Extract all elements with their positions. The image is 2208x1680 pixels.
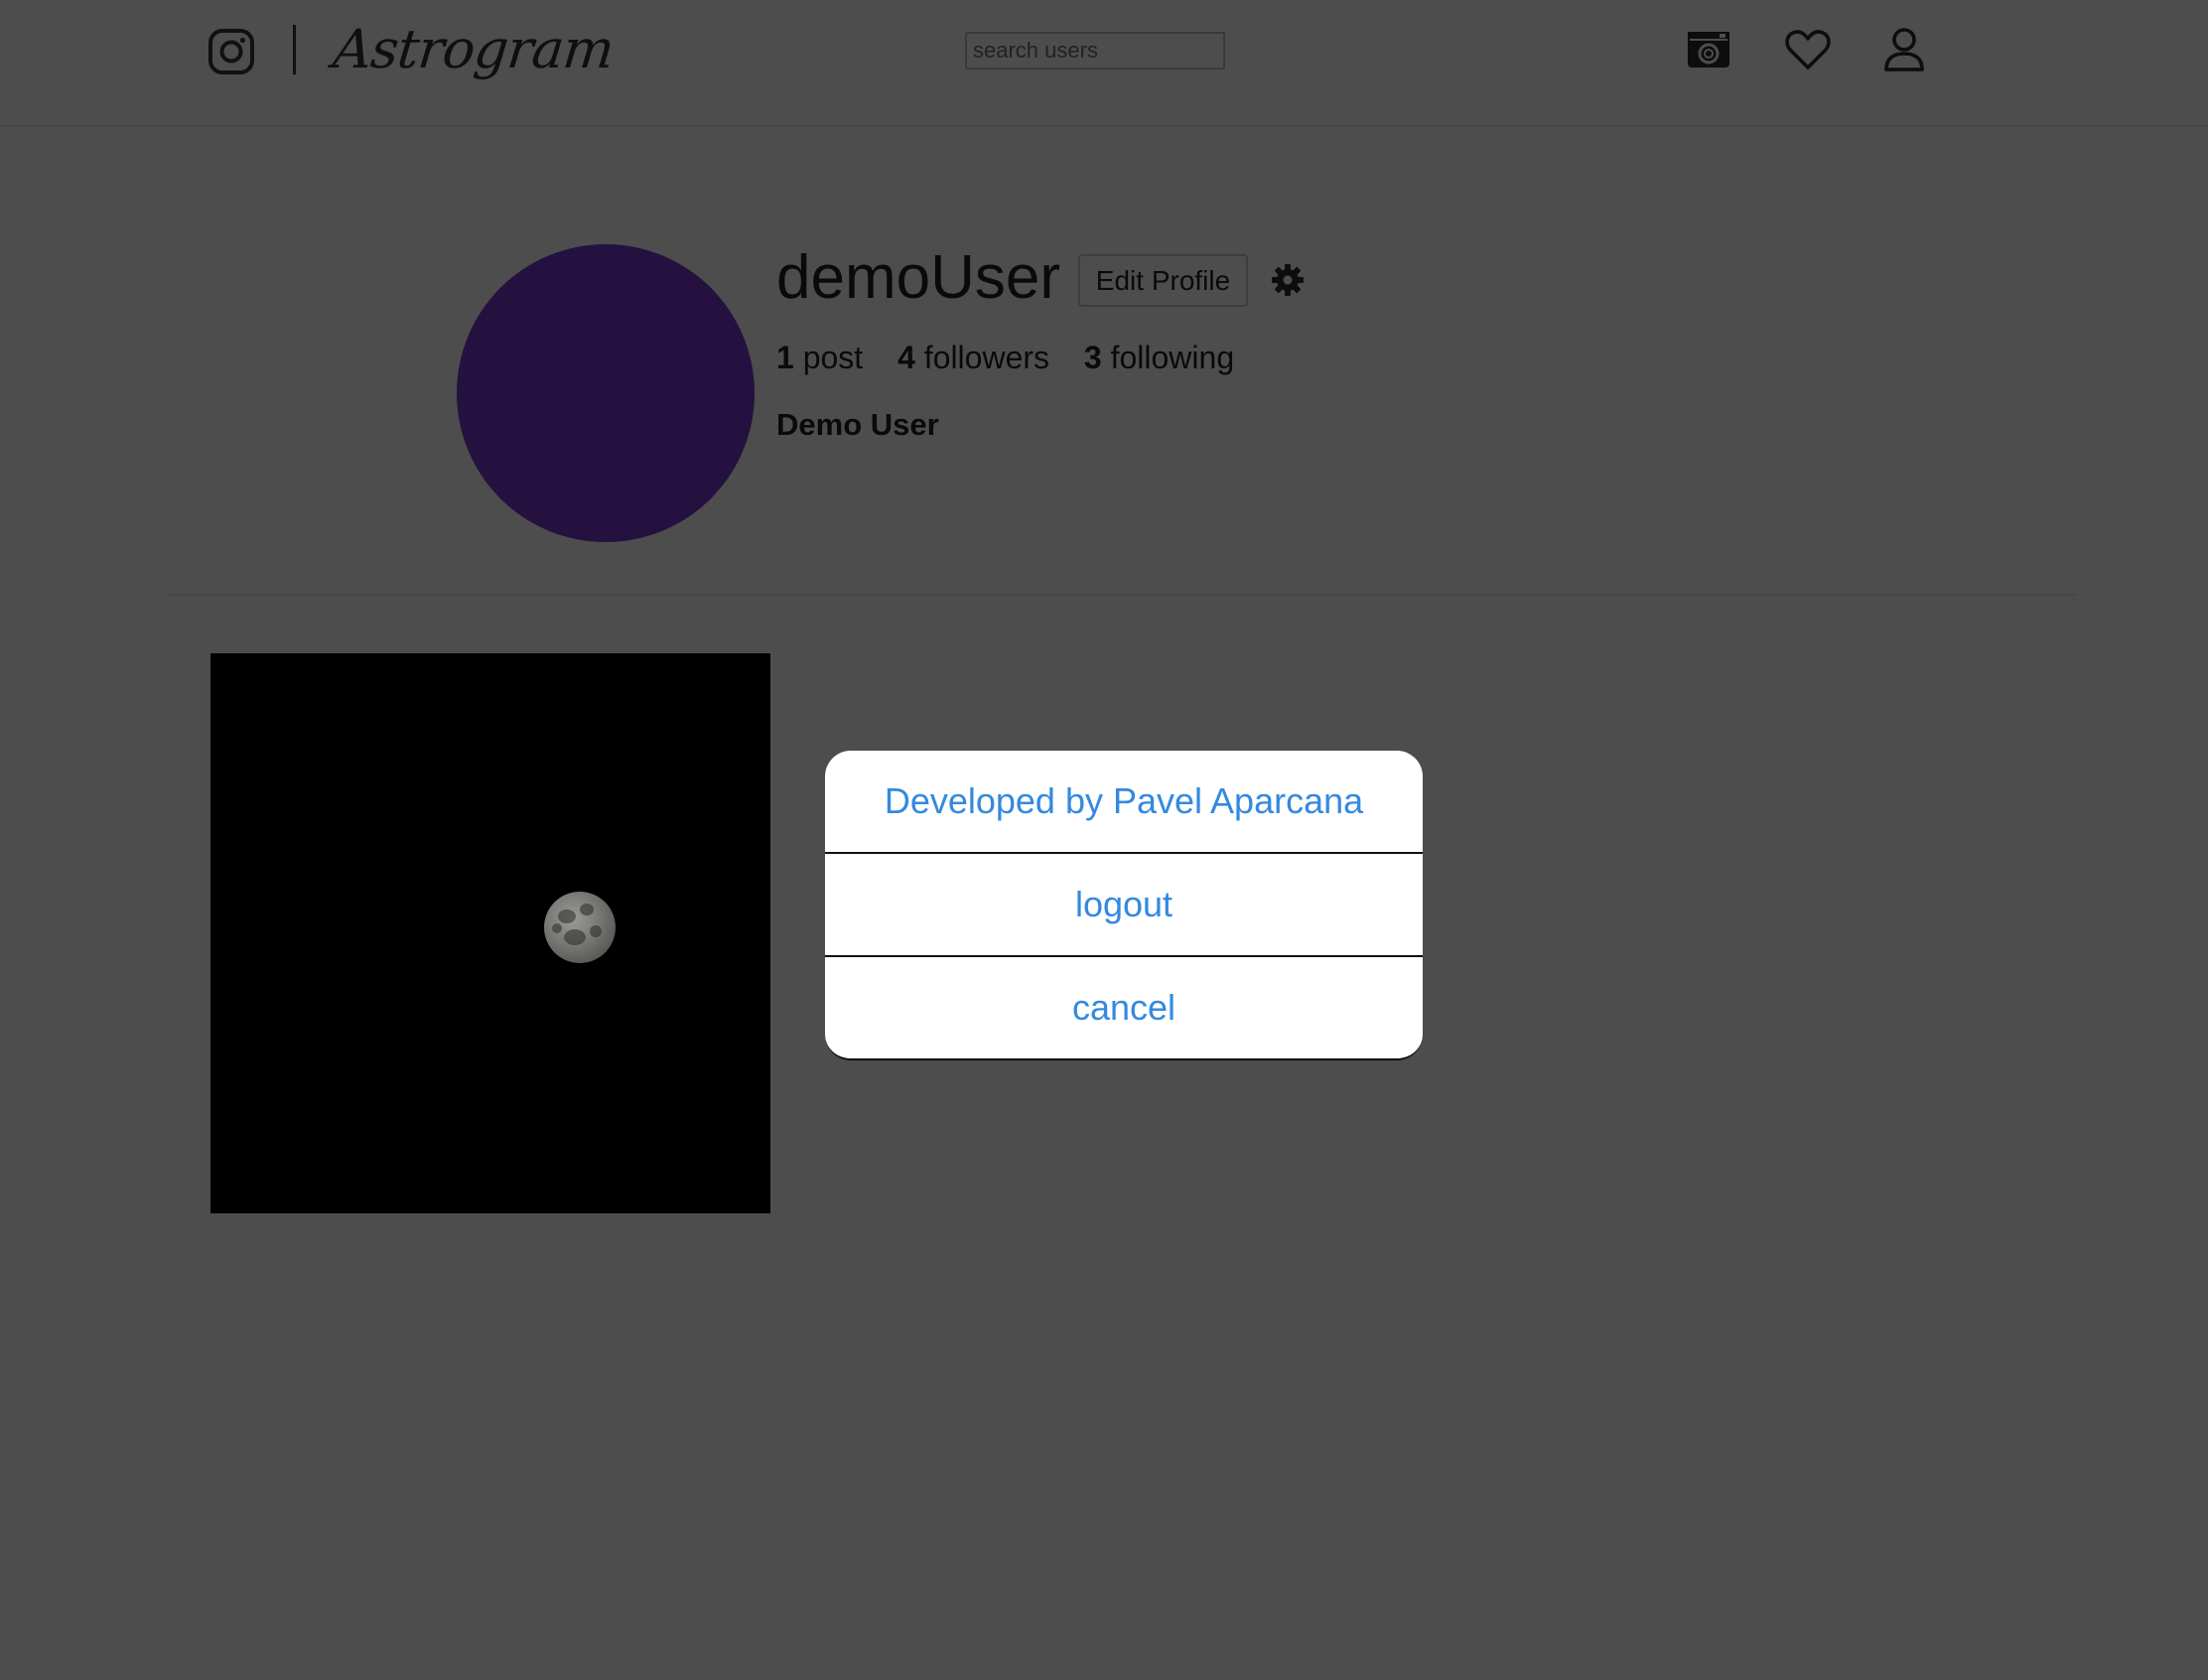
logo-divider [293, 25, 296, 74]
moon-crater [558, 910, 576, 923]
stat-count: 3 [1083, 340, 1102, 375]
profile-full-name: Demo User [776, 407, 939, 442]
moon-crater [590, 925, 602, 937]
stat-count: 1 [776, 340, 794, 375]
edit-profile-button[interactable]: Edit Profile [1078, 254, 1248, 307]
stat-following[interactable]: 3 following [1084, 340, 1234, 376]
moon-crater [580, 904, 594, 915]
moon-image [544, 892, 616, 963]
moon-crater [564, 929, 586, 945]
top-navbar: Astrogram [0, 0, 2208, 127]
profile-divider [169, 594, 2077, 596]
settings-modal: Developed by Pavel Aparcana logout cance… [825, 751, 1423, 1060]
stat-label: following [1110, 340, 1235, 375]
logout-button[interactable]: logout [825, 854, 1423, 955]
moon-crater [552, 923, 562, 933]
profile-stats: 1 post 4 followers 3 following [776, 340, 1260, 376]
profile-username: demoUser [776, 243, 1060, 312]
stat-posts: 1 post [776, 340, 863, 376]
instagram-icon[interactable] [207, 28, 255, 75]
gear-icon[interactable] [1271, 263, 1305, 297]
brand-wordmark[interactable]: Astrogram [331, 18, 617, 80]
cancel-button[interactable]: cancel [825, 957, 1423, 1058]
stat-count: 4 [897, 340, 915, 375]
camera-icon[interactable] [1684, 24, 1735, 75]
post-thumbnail[interactable] [210, 653, 770, 1213]
stat-label: post [802, 340, 864, 375]
search-input[interactable] [965, 32, 1225, 70]
stat-label: followers [923, 340, 1050, 375]
user-icon[interactable] [1878, 24, 1930, 75]
avatar [457, 244, 755, 542]
stat-followers[interactable]: 4 followers [897, 340, 1049, 376]
heart-icon[interactable] [1782, 24, 1834, 75]
developer-credit-link[interactable]: Developed by Pavel Aparcana [825, 751, 1423, 852]
profile-page: Astrogram demoUser Edit Profile [0, 0, 2208, 1680]
